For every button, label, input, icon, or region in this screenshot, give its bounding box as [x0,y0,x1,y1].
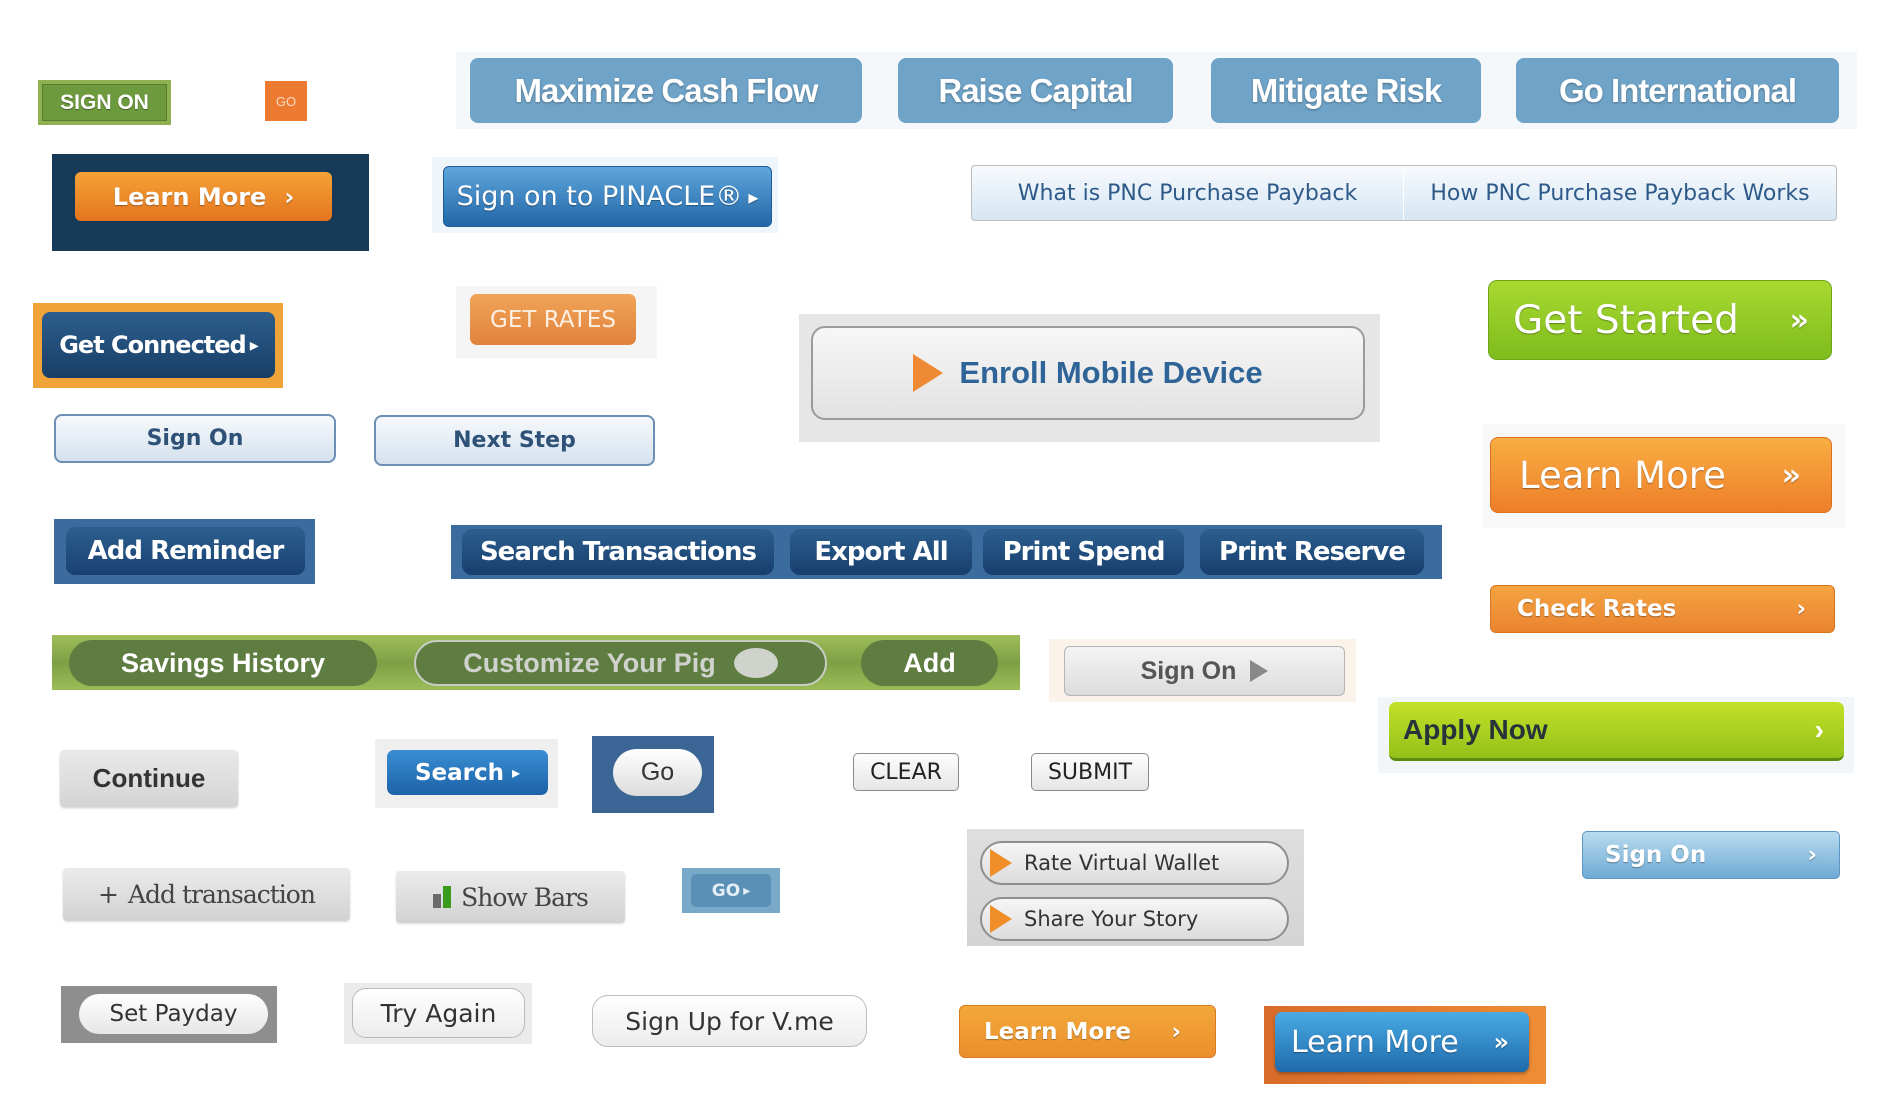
raise-capital-button[interactable]: Raise Capital [898,58,1173,123]
chevron-right-icon: › [284,182,295,211]
show-bars-label: Show Bars [461,882,589,912]
pinacle-label: Sign on to PINACLE® [456,181,743,212]
go-orange-button[interactable]: GO [265,81,307,121]
chevron-right-icon: › [1807,842,1817,868]
maximize-cash-flow-button[interactable]: Maximize Cash Flow [470,58,862,123]
submit-button[interactable]: SUBMIT [1031,753,1149,791]
export-all-button[interactable]: Export All [790,529,972,575]
search-transactions-button[interactable]: Search Transactions [462,529,774,575]
customize-label: Customize Your Pig [463,647,716,678]
enroll-mobile-device-button[interactable]: Enroll Mobile Device [811,326,1365,420]
play-arrow-icon: ▸ [249,334,259,356]
chevron-right-icon: › [1171,1018,1181,1045]
enroll-label: Enroll Mobile Device [959,355,1263,390]
apply-now-label: Apply Now [1403,714,1548,745]
go-pill-button[interactable]: Go [613,749,702,796]
clear-button[interactable]: CLEAR [853,753,959,791]
tab-what-is-pnc-purchase-payback[interactable]: What is PNC Purchase Payback [972,166,1404,220]
set-payday-button[interactable]: Set Payday [79,994,268,1034]
sign-on-pinacle-button[interactable]: Sign on to PINACLE® ▸ [443,166,772,227]
learn-more-orange-small-button[interactable]: Learn More › [959,1005,1216,1058]
get-started-button[interactable]: Get Started » [1488,280,1832,360]
share-your-story-button[interactable]: Share Your Story [980,897,1289,941]
mitigate-risk-button[interactable]: Mitigate Risk [1211,58,1481,123]
get-started-label: Get Started [1513,297,1739,343]
learn-more-orange-small-label: Learn More [984,1018,1132,1045]
get-connected-button[interactable]: Get Connected ▸ [42,312,275,378]
show-bars-button[interactable]: Show Bars [396,871,625,923]
sign-up-vme-button[interactable]: Sign Up for V.me [592,995,867,1047]
play-arrow-icon: ▸ [512,763,521,782]
go-small-label: GO [711,880,741,901]
bar-chart-icon [433,886,452,908]
learn-more-navy-label: Learn More [112,182,267,211]
tab-how-pnc-purchase-payback-works[interactable]: How PNC Purchase Payback Works [1404,166,1836,220]
sign-on-grey-label: Sign On [1140,656,1237,685]
learn-more-big-label: Learn More [1519,453,1726,497]
add-reminder-button[interactable]: Add Reminder [66,527,305,575]
get-connected-label: Get Connected [59,331,247,359]
sign-on-grey-button[interactable]: Sign On [1064,646,1345,696]
continue-button[interactable]: Continue [60,750,238,807]
rate-virtual-wallet-button[interactable]: Rate Virtual Wallet [980,841,1289,885]
sign-on-light-blue-label: Sign On [1605,842,1707,868]
play-triangle-icon [1250,660,1269,682]
double-chevron-right-icon: » [1781,457,1801,493]
try-again-button[interactable]: Try Again [352,988,525,1038]
learn-more-big-orange-button[interactable]: Learn More » [1490,437,1832,513]
play-triangle-icon [913,354,944,392]
sign-on-light-button[interactable]: Sign On [54,414,336,463]
double-chevron-right-icon: » [1493,1028,1509,1056]
piggy-bank-icon [733,648,778,678]
next-step-button[interactable]: Next Step [374,415,655,466]
double-chevron-right-icon: » [1789,302,1809,338]
print-spend-button[interactable]: Print Spend [983,529,1184,575]
learn-more-navy-button[interactable]: Learn More › [75,172,332,221]
search-button[interactable]: Search ▸ [387,750,548,795]
share-label: Share Your Story [1024,907,1199,931]
add-transaction-button[interactable]: + Add transaction [63,868,350,921]
play-triangle-icon [990,849,1012,877]
add-transaction-label: Add transaction [128,880,316,909]
savings-history-button[interactable]: Savings History [69,640,377,686]
rate-label: Rate Virtual Wallet [1024,851,1220,875]
sign-on-green-label: SIGN ON [42,84,167,121]
plus-icon: + [98,880,119,909]
pnc-payback-tabs: What is PNC Purchase Payback How PNC Pur… [971,165,1837,221]
sign-on-green-button[interactable]: SIGN ON [38,80,171,125]
go-small-button[interactable]: GO ▸ [691,874,771,907]
play-arrow-icon: ▸ [748,184,759,209]
customize-your-pig-button[interactable]: Customize Your Pig [414,640,827,686]
play-triangle-icon [990,905,1012,933]
check-rates-label: Check Rates [1517,596,1677,622]
search-label: Search [414,759,504,786]
check-rates-button[interactable]: Check Rates › [1490,585,1835,633]
print-reserve-button[interactable]: Print Reserve [1200,529,1424,575]
sign-on-light-blue-button[interactable]: Sign On › [1582,831,1840,879]
chevron-right-icon: › [1814,714,1824,745]
apply-now-button[interactable]: Apply Now › [1389,702,1844,761]
play-arrow-icon: ▸ [743,882,751,899]
add-button[interactable]: Add [861,640,998,686]
learn-more-blue-label: Learn More [1291,1024,1459,1060]
go-international-button[interactable]: Go International [1516,58,1839,123]
get-rates-button[interactable]: GET RATES [470,294,636,345]
learn-more-blue-button[interactable]: Learn More » [1275,1012,1529,1072]
chevron-right-icon: › [1796,596,1806,622]
